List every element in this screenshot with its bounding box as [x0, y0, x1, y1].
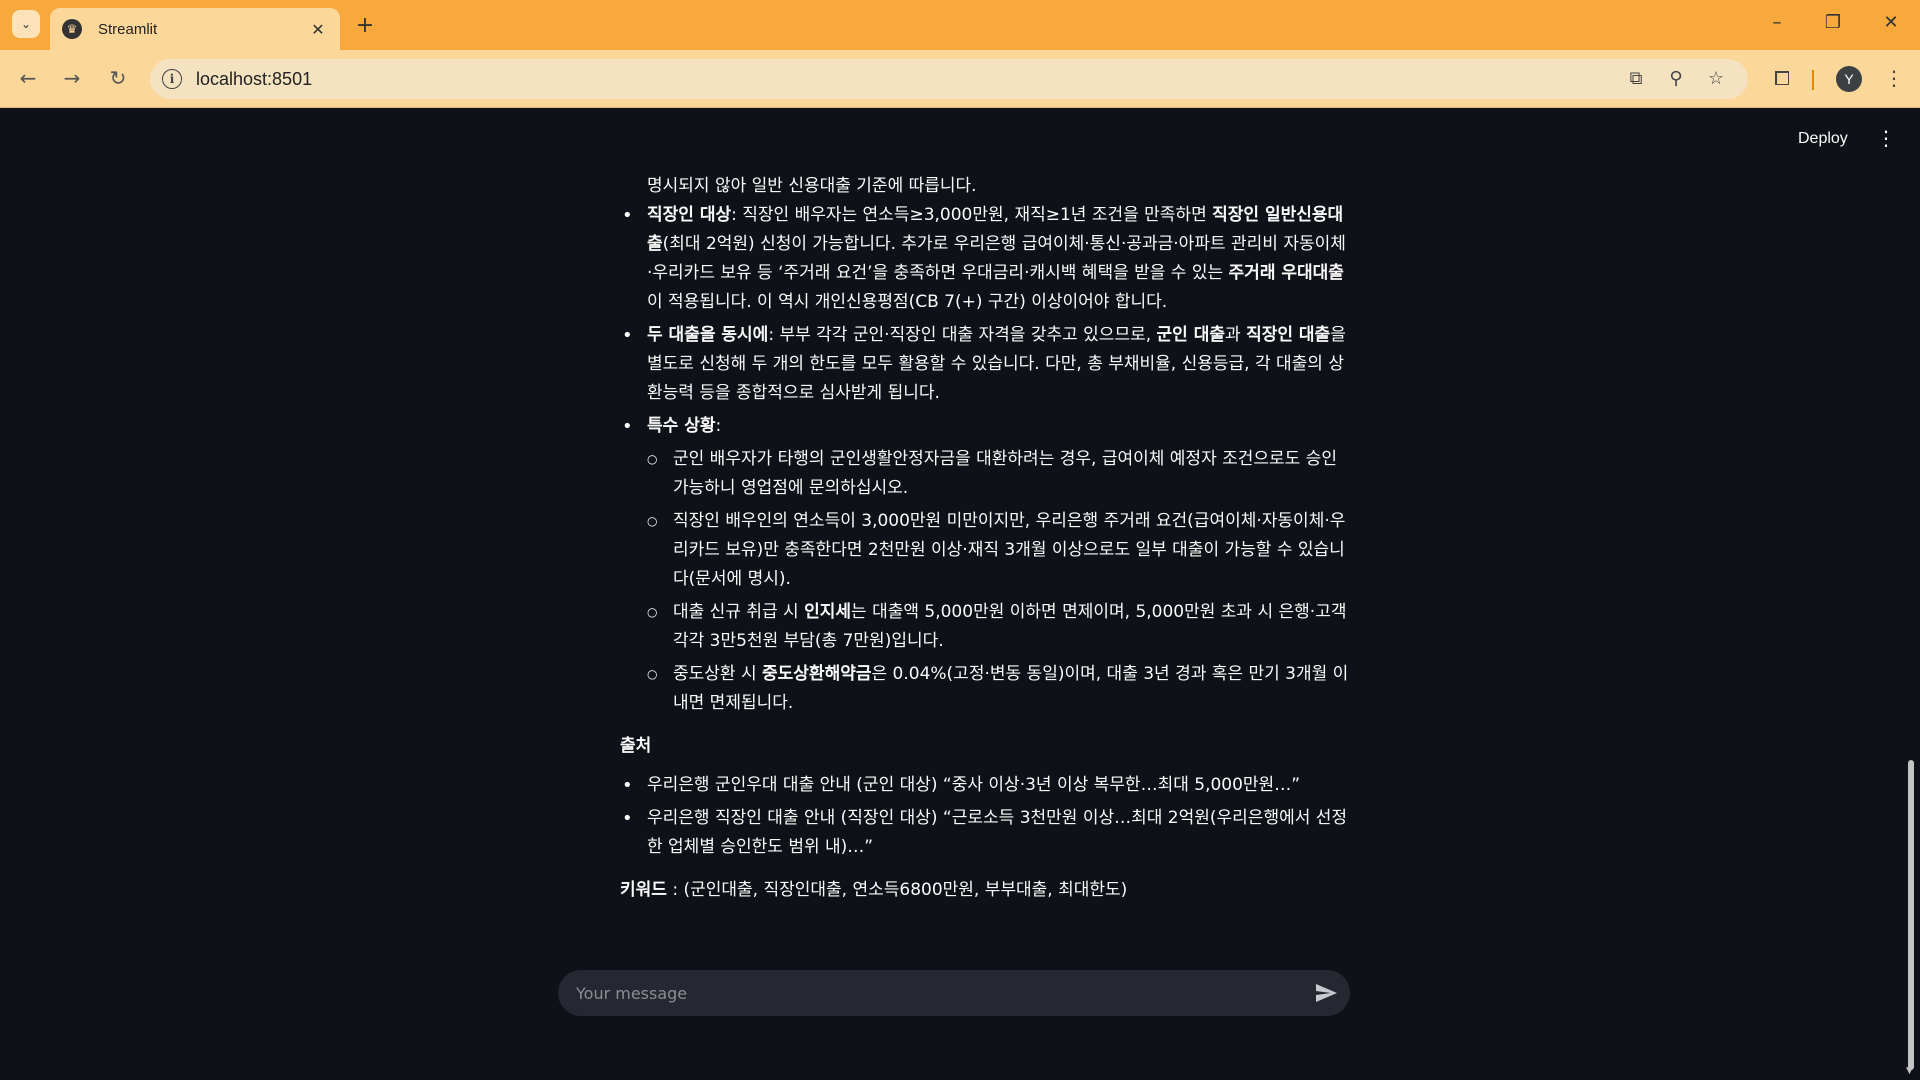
sub-list-item: 직장인 배우인의 연소득이 3,000만원 미만이지만, 우리은행 주거래 요건… — [620, 507, 1350, 594]
list-item-worker: 직장인 대상: 직장인 배우자는 연소득≥3,000만원, 재직≥1년 조건을 … — [620, 201, 1350, 317]
keywords-line: 키워드 : (군인대출, 직장인대출, 연소득6800만원, 부부대출, 최대한… — [620, 876, 1350, 905]
assistant-message: 명시되지 않아 일반 신용대출 기준에 따릅니다. 직장인 대상: 직장인 배우… — [620, 172, 1350, 905]
text: 중도상환 시 — [673, 664, 763, 684]
list-item-both-loans: 두 대출을 동시에: 부부 각각 군인·직장인 대출 자격을 갖추고 있으므로,… — [620, 321, 1350, 408]
address-bar[interactable]: i localhost:8501 ⧉ ⚲ ☆ — [150, 59, 1748, 99]
keywords-label: 키워드 — [620, 880, 667, 900]
url-text[interactable]: localhost:8501 — [196, 69, 312, 90]
tab-search-chevron-icon[interactable]: ⌄ — [12, 10, 40, 38]
new-tab-icon[interactable]: + — [352, 12, 378, 38]
text: 과 — [1225, 325, 1247, 345]
bold-text: 두 대출을 동시에 — [647, 325, 769, 345]
sources-heading: 출처 — [620, 736, 652, 756]
source-item: 우리은행 직장인 대출 안내 (직장인 대상) “근로소득 3천만원 이상…최대… — [620, 804, 1350, 862]
bold-text: 직장인 대출 — [1246, 325, 1331, 345]
browser-tab[interactable]: ♛ Streamlit ✕ — [50, 8, 340, 50]
scroll-down-icon[interactable]: ▼ — [1906, 1066, 1913, 1076]
chat-input[interactable] — [576, 970, 1276, 1016]
bold-text: 직장인 대상 — [647, 205, 732, 225]
window-close-icon[interactable]: ✕ — [1876, 12, 1906, 33]
restore-icon[interactable]: ❐ — [1818, 12, 1848, 33]
translate-icon[interactable]: ⧉ — [1624, 68, 1648, 89]
reload-icon[interactable]: ↻ — [104, 66, 132, 90]
site-info-icon[interactable]: i — [162, 69, 182, 89]
bold-text: 군인 대출 — [1156, 325, 1226, 345]
streamlit-app: Deploy ⋮ 명시되지 않아 일반 신용대출 기준에 따릅니다. 직장인 대… — [0, 108, 1920, 1080]
profile-avatar[interactable]: Y — [1836, 66, 1862, 92]
sub-list-item: 중도상환 시 중도상환해약금은 0.04%(고정·변동 동일)이며, 대출 3년… — [620, 660, 1350, 718]
bold-text: 주거래 우대대출 — [1228, 263, 1344, 283]
tab-close-icon[interactable]: ✕ — [308, 20, 328, 39]
source-item: 우리은행 군인우대 대출 안내 (군인 대상) “중사 이상·3년 이상 복무한… — [620, 771, 1350, 800]
text: 이 적용됩니다. 이 역시 개인신용평점(CB 7(+) 구간) 이상이어야 합… — [647, 292, 1168, 312]
intro-line: 명시되지 않아 일반 신용대출 기준에 따릅니다. — [647, 176, 977, 196]
text: : 직장인 배우자는 연소득≥3,000만원, 재직≥1년 조건을 만족하면 — [731, 205, 1213, 225]
deploy-button[interactable]: Deploy — [1798, 130, 1848, 148]
bold-text: 특수 상황 — [647, 416, 716, 436]
extensions-icon[interactable]: ⧠ — [1768, 66, 1796, 90]
streamlit-favicon-icon: ♛ — [62, 19, 82, 39]
scrollbar-thumb[interactable] — [1908, 760, 1914, 1070]
tab-title: Streamlit — [98, 20, 158, 38]
forward-icon[interactable]: → — [58, 66, 86, 90]
browser-menu-icon[interactable]: ⋮ — [1880, 66, 1908, 90]
chat-input-container — [558, 970, 1350, 1016]
bookmark-star-icon[interactable]: ☆ — [1704, 68, 1728, 89]
keywords-value: : (군인대출, 직장인대출, 연소득6800만원, 부부대출, 최대한도) — [666, 880, 1128, 900]
zoom-icon[interactable]: ⚲ — [1664, 68, 1688, 89]
sub-list-item: 대출 신규 취급 시 인지세는 대출액 5,000만원 이하면 면제이며, 5,… — [620, 598, 1350, 656]
bold-text: 중도상환해약금 — [762, 664, 872, 684]
sub-list-item: 군인 배우자가 타행의 군인생활안정자금을 대환하려는 경우, 급여이체 예정자… — [620, 445, 1350, 503]
minimize-icon[interactable]: – — [1762, 12, 1792, 33]
bold-text: 인지세 — [804, 602, 852, 622]
app-menu-icon[interactable]: ⋮ — [1876, 126, 1896, 150]
list-item-special: 특수 상황: — [620, 412, 1350, 441]
toolbar-separator — [1812, 70, 1814, 90]
browser-toolbar: ← → ↻ i localhost:8501 ⧉ ⚲ ☆ ⧠ Y ⋮ — [0, 50, 1920, 108]
text: : — [715, 416, 722, 436]
browser-tabstrip: ⌄ ♛ Streamlit ✕ + – ❐ ✕ — [0, 0, 1920, 50]
back-icon[interactable]: ← — [14, 66, 42, 90]
text: : 부부 각각 군인·직장인 대출 자격을 갖추고 있으므로, — [768, 325, 1157, 345]
send-icon[interactable] — [1314, 981, 1338, 1005]
text: 대출 신규 취급 시 — [673, 602, 805, 622]
